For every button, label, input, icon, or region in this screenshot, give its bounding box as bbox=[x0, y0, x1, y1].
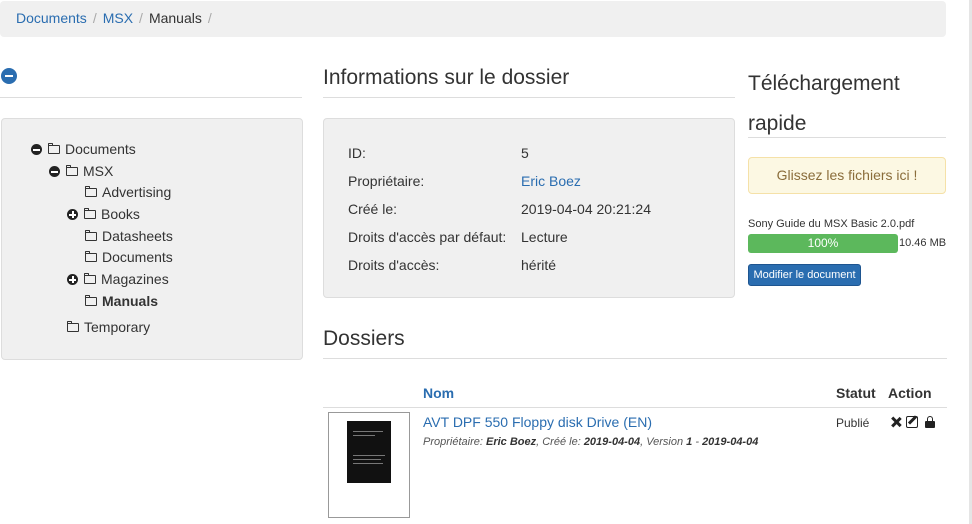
meta-version-label: , Version bbox=[640, 436, 687, 448]
tree-node-advertising[interactable]: Advertising bbox=[85, 182, 171, 202]
tree-node-label: Manuals bbox=[102, 293, 159, 309]
delete-icon[interactable] bbox=[890, 416, 902, 428]
column-header-action: Action bbox=[888, 385, 932, 401]
thumbnail-line bbox=[353, 435, 375, 436]
thumbnail-line bbox=[353, 455, 385, 456]
tree-node-datasheets[interactable]: Datasheets bbox=[85, 226, 173, 246]
collapse-icon[interactable] bbox=[31, 144, 42, 155]
tree-node-label: Magazines bbox=[101, 271, 169, 287]
divider bbox=[0, 97, 302, 98]
upload-file-name: Sony Guide du MSX Basic 2.0.pdf bbox=[748, 218, 915, 230]
tree-node-documents[interactable]: Documents bbox=[31, 139, 136, 159]
tree-node-books[interactable]: Books bbox=[67, 204, 140, 224]
folder-icon bbox=[85, 294, 97, 306]
info-label-default-access: Droits d'accès par défaut: bbox=[348, 229, 507, 245]
upload-progress-bar: 100% bbox=[748, 234, 898, 253]
divider bbox=[748, 137, 946, 138]
breadcrumb-separator: / bbox=[139, 10, 143, 26]
document-status: Publié bbox=[836, 416, 870, 430]
column-header-name[interactable]: Nom bbox=[423, 385, 454, 401]
expand-icon[interactable] bbox=[67, 209, 78, 220]
upload-progress-fill: 100% bbox=[748, 234, 898, 253]
info-value-access: hérité bbox=[521, 257, 557, 273]
tree-node-msx[interactable]: MSX bbox=[49, 161, 113, 181]
tree-node-manuals[interactable]: Manuals bbox=[85, 291, 158, 311]
quick-upload-title: Téléchargement rapide bbox=[748, 72, 900, 135]
divider bbox=[323, 97, 735, 98]
tree-node-label: Datasheets bbox=[102, 228, 173, 244]
folder-icon bbox=[84, 207, 96, 219]
tree-node-label: MSX bbox=[83, 163, 114, 179]
tree-node-temporary[interactable]: Temporary bbox=[67, 317, 150, 337]
folder-icon bbox=[85, 185, 97, 197]
meta-created-label: , Créé le: bbox=[536, 436, 584, 448]
info-label-access: Droits d'accès: bbox=[348, 257, 440, 273]
tree-node-label: Documents bbox=[65, 141, 136, 157]
breadcrumb-separator: / bbox=[207, 10, 212, 26]
folder-info-title: Informations sur le dossier bbox=[323, 66, 570, 89]
breadcrumb-item-msx[interactable]: MSX bbox=[103, 10, 133, 26]
expand-icon[interactable] bbox=[67, 274, 78, 285]
folder-icon bbox=[48, 142, 60, 154]
tree-node-magazines[interactable]: Magazines bbox=[67, 269, 169, 289]
document-title-link[interactable]: AVT DPF 550 Floppy disk Drive (EN) bbox=[423, 414, 652, 430]
tree-node-label: Advertising bbox=[102, 184, 172, 200]
tree-node-label: Temporary bbox=[84, 319, 151, 335]
meta-created: 2019-04-04 bbox=[583, 436, 641, 448]
info-label-owner: Propriétaire: bbox=[348, 173, 425, 189]
document-meta: Propriétaire: Eric Boez, Créé le: 2019-0… bbox=[423, 436, 758, 448]
info-value-owner-link[interactable]: Eric Boez bbox=[521, 171, 581, 191]
breadcrumb-separator: / bbox=[92, 10, 97, 26]
collapse-panel-icon[interactable] bbox=[1, 68, 17, 84]
thumbnail-line bbox=[353, 431, 383, 432]
edit-icon[interactable] bbox=[906, 416, 918, 428]
column-header-status: Statut bbox=[836, 385, 876, 401]
tree-node-label: Documents bbox=[102, 249, 173, 265]
thumbnail-line bbox=[353, 459, 381, 460]
info-label-id: ID: bbox=[348, 145, 366, 161]
folder-info-panel: ID: 5 Propriétaire: Eric Boez Créé le: 2… bbox=[323, 118, 735, 298]
file-drop-zone[interactable]: Glissez les fichiers ici ! bbox=[748, 157, 946, 194]
folder-icon bbox=[67, 320, 79, 332]
meta-owner: Eric Boez bbox=[485, 436, 537, 448]
divider bbox=[323, 358, 947, 359]
meta-separator: - bbox=[692, 436, 703, 448]
tree-node-label: Books bbox=[101, 206, 140, 222]
document-thumbnail[interactable] bbox=[328, 412, 410, 518]
thumbnail-line bbox=[353, 463, 383, 464]
meta-owner-label: Propriétaire: bbox=[423, 436, 486, 448]
breadcrumb-item-documents[interactable]: Documents bbox=[16, 10, 87, 26]
folder-icon bbox=[85, 250, 97, 262]
folder-icon bbox=[85, 229, 97, 241]
breadcrumb-current: Manuals bbox=[148, 10, 202, 26]
collapse-icon[interactable] bbox=[49, 166, 60, 177]
folder-tree: Documents MSX Advertising Books Datashee… bbox=[1, 118, 303, 360]
modify-document-button[interactable]: Modifier le document bbox=[748, 264, 861, 286]
tree-node-documents-sub[interactable]: Documents bbox=[85, 247, 173, 267]
lock-icon[interactable] bbox=[925, 416, 937, 428]
meta-version-date: 2019-04-04 bbox=[702, 436, 759, 448]
info-value-created: 2019-04-04 20:21:24 bbox=[521, 201, 651, 217]
folder-icon bbox=[84, 272, 96, 284]
divider bbox=[323, 407, 947, 408]
folders-title: Dossiers bbox=[323, 327, 405, 350]
upload-file-size: 10.46 MB bbox=[899, 237, 947, 249]
breadcrumb: Documents / MSX / Manuals / bbox=[0, 1, 946, 37]
info-label-created: Créé le: bbox=[348, 201, 398, 217]
folder-icon bbox=[66, 164, 78, 176]
info-value-default-access: Lecture bbox=[521, 229, 568, 245]
thumbnail-page bbox=[347, 421, 391, 483]
info-value-id: 5 bbox=[521, 145, 529, 161]
